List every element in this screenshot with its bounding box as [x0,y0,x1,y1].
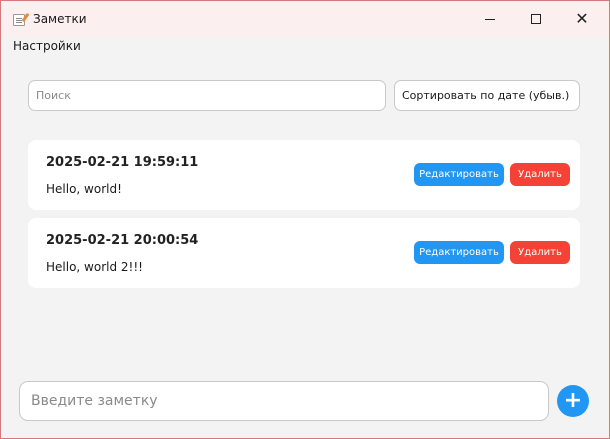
menu-bar: Настройки [1,37,609,57]
close-icon: ✕ [575,9,589,28]
note-text: Hello, world 2!!! [46,260,143,274]
sort-selected-label: Сортировать по дате (убыв.) [402,89,570,102]
minimize-icon [485,18,495,20]
notepad-icon [13,14,25,26]
menu-item-settings[interactable]: Настройки [13,39,81,53]
note-text: Hello, world! [46,182,122,196]
note-input[interactable] [19,381,549,421]
maximize-icon [531,14,541,24]
note-card: 2025-02-21 20:00:54 Hello, world 2!!! Ре… [28,218,580,288]
sort-dropdown[interactable]: Сортировать по дате (убыв.) [394,80,580,111]
delete-button[interactable]: Удалить [510,241,570,264]
window-title: Заметки [33,12,87,26]
add-note-button[interactable]: + [557,385,589,417]
note-card: 2025-02-21 19:59:11 Hello, world! Редакт… [28,140,580,210]
note-date: 2025-02-21 20:00:54 [46,233,199,248]
search-input[interactable] [28,80,386,111]
edit-button[interactable]: Редактировать [414,163,504,186]
minimize-button[interactable] [467,1,513,37]
delete-button[interactable]: Удалить [510,163,570,186]
note-date: 2025-02-21 19:59:11 [46,155,199,170]
close-button[interactable]: ✕ [559,1,605,37]
app-window: Заметки ✕ Настройки Сортировать по дате … [0,0,610,439]
plus-icon: + [563,388,583,413]
maximize-button[interactable] [513,1,559,37]
edit-button[interactable]: Редактировать [414,241,504,264]
title-bar: Заметки ✕ [1,1,609,37]
